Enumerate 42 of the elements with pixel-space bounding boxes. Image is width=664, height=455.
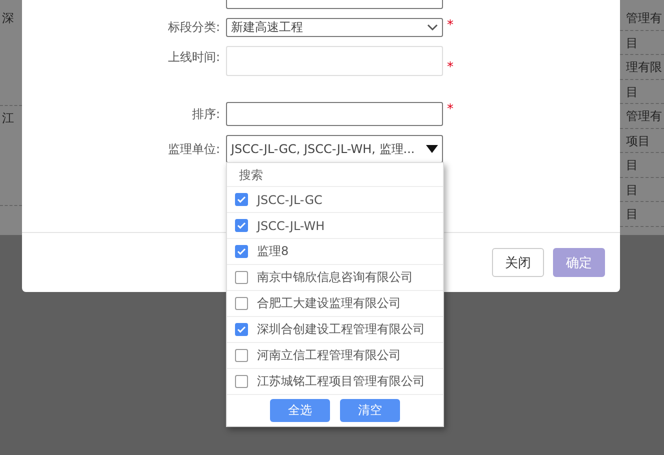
- checkbox[interactable]: [235, 219, 248, 232]
- chevron-down-icon: [427, 24, 438, 31]
- option-label: 监理8: [257, 243, 289, 260]
- option-item[interactable]: 监理8: [227, 239, 443, 265]
- option-item[interactable]: 南京中锦欣信息咨询有限公司: [227, 265, 443, 291]
- check-icon: [237, 248, 246, 255]
- field-label: 排序:: [190, 106, 221, 123]
- checkbox[interactable]: [235, 375, 248, 388]
- option-item[interactable]: JSCC-JL-WH: [227, 213, 443, 239]
- option-item[interactable]: 合肥工大建设监理有限公司: [227, 291, 443, 317]
- option-label: 合肥工大建设监理有限公司: [257, 295, 401, 312]
- required-asterisk: *: [447, 60, 454, 75]
- checkbox[interactable]: [235, 297, 248, 310]
- check-icon: [237, 196, 246, 203]
- caret-down-icon: [426, 145, 438, 153]
- field-label: 监理单位:: [166, 141, 221, 158]
- option-item[interactable]: 深圳合创建设工程管理有限公司: [227, 317, 443, 343]
- check-icon: [237, 222, 246, 229]
- search-field[interactable]: 搜索: [227, 163, 443, 187]
- input-field[interactable]: [226, 102, 443, 126]
- required-asterisk: *: [447, 102, 454, 117]
- check-icon: [237, 326, 246, 333]
- option-label: 深圳合创建设工程管理有限公司: [257, 321, 425, 338]
- required-asterisk: *: [447, 18, 454, 33]
- checkbox[interactable]: [235, 323, 248, 336]
- checkbox[interactable]: [235, 271, 248, 284]
- checkbox[interactable]: [235, 193, 248, 206]
- option-item[interactable]: 江苏城铭工程项目管理有限公司: [227, 369, 443, 395]
- option-label: JSCC-JL-WH: [257, 218, 325, 232]
- field-label: 标段分类:: [166, 19, 221, 36]
- option-label: 南京中锦欣信息咨询有限公司: [257, 269, 413, 286]
- option-item[interactable]: JSCC-JL-GC: [227, 187, 443, 213]
- option-label: 江苏城铭工程项目管理有限公司: [257, 373, 425, 390]
- textarea-field[interactable]: [226, 46, 443, 76]
- option-item[interactable]: 河南立信工程管理有限公司: [227, 343, 443, 369]
- option-label: 河南立信工程管理有限公司: [257, 347, 401, 364]
- field-label: 上线时间:: [166, 49, 221, 66]
- checkbox[interactable]: [235, 349, 248, 362]
- select-field[interactable]: 新建高速工程: [226, 18, 443, 37]
- checkbox[interactable]: [235, 245, 248, 258]
- option-label: JSCC-JL-GC: [257, 192, 322, 206]
- close-button[interactable]: 关闭: [492, 248, 544, 277]
